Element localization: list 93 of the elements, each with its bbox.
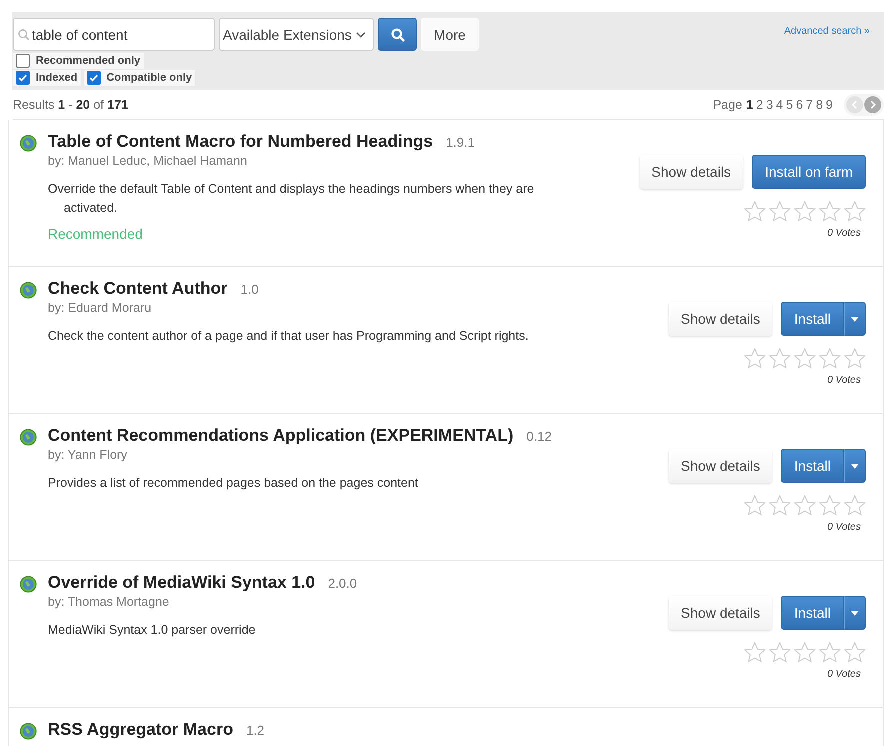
install-button[interactable]: Install — [781, 302, 844, 336]
extension-title[interactable]: Table of Content Macro for Numbered Headings — [48, 132, 434, 152]
more-button[interactable]: More — [421, 18, 479, 51]
version-label: 1.2 — [246, 722, 265, 738]
extension-title[interactable]: Check Content Author — [48, 279, 228, 299]
show-details-button[interactable]: Show details — [669, 596, 772, 630]
authors-text: by: Thomas Mortagne — [48, 595, 170, 609]
page-link[interactable]: 2 — [756, 98, 764, 112]
star-icon[interactable] — [769, 642, 791, 663]
search-icon — [390, 28, 404, 42]
page-label: Page — [713, 98, 742, 112]
search-field[interactable]: table of content — [32, 19, 214, 50]
star-icon[interactable] — [844, 348, 866, 369]
scope-dropdown[interactable]: Available Extensions — [219, 18, 374, 51]
star-icon[interactable] — [744, 348, 766, 369]
votes-count: 0 Votes — [827, 228, 861, 239]
install-options-button[interactable] — [844, 596, 866, 630]
star-icon[interactable] — [769, 495, 791, 516]
page-link[interactable]: 4 — [776, 98, 784, 112]
description-text: Check the content author of a page and if that user has Programming and Script rights. — [48, 328, 530, 345]
star-icon[interactable] — [819, 495, 841, 516]
filter-label: Compatible only — [106, 72, 192, 84]
description-text: Provides a list of recommended pages based on the pages content — [48, 475, 420, 492]
caret-icon — [851, 610, 859, 616]
install-options-button[interactable] — [844, 302, 866, 336]
star-rating[interactable] — [744, 642, 866, 663]
version-label: 1.9.1 — [446, 134, 475, 150]
star-icon[interactable] — [794, 348, 816, 369]
description-text: MediaWiki Syntax 1.0 parser override — [48, 622, 257, 639]
version-label: 0.12 — [526, 428, 552, 444]
show-details-button[interactable]: Show details — [669, 449, 772, 483]
checkbox[interactable] — [16, 71, 30, 85]
star-icon[interactable] — [794, 642, 816, 663]
search-button[interactable] — [378, 18, 417, 51]
star-icon[interactable] — [794, 201, 816, 222]
star-icon[interactable] — [744, 201, 766, 222]
page-link[interactable]: 1 — [746, 98, 754, 112]
page-link[interactable]: 3 — [766, 98, 774, 112]
page-link[interactable]: 8 — [816, 98, 824, 112]
search-icon — [18, 28, 30, 40]
install-options-button[interactable] — [844, 449, 866, 483]
star-rating[interactable] — [744, 201, 866, 222]
star-icon[interactable] — [819, 201, 841, 222]
authors-text: by: Eduard Moraru — [48, 301, 153, 315]
extension-title[interactable]: Override of MediaWiki Syntax 1.0 — [48, 573, 316, 593]
page-link[interactable]: 7 — [806, 98, 814, 112]
star-icon[interactable] — [844, 201, 866, 222]
globe-icon — [20, 429, 37, 446]
votes-count: 0 Votes — [827, 522, 861, 533]
globe-icon — [20, 282, 37, 299]
star-icon[interactable] — [844, 495, 866, 516]
page-link[interactable]: 9 — [826, 98, 833, 112]
star-rating[interactable] — [744, 348, 866, 369]
star-icon[interactable] — [769, 348, 791, 369]
search-box[interactable]: table of content — [13, 18, 215, 51]
filter-label: Indexed — [36, 72, 78, 84]
star-icon[interactable] — [769, 201, 791, 222]
authors-text: by: Manuel Leduc, Michael Hamann — [48, 154, 248, 168]
votes-count: 0 Votes — [827, 375, 861, 386]
recommended-label: Recommended — [48, 226, 144, 242]
advanced-search-link[interactable]: Advanced search » — [784, 26, 870, 37]
extension-title[interactable]: RSS Aggregator Macro — [48, 720, 234, 740]
install-button[interactable]: Install — [781, 596, 844, 630]
show-details-button[interactable]: Show details — [640, 155, 744, 189]
show-details-button[interactable]: Show details — [669, 302, 772, 336]
version-label: 2.0.0 — [328, 576, 358, 590]
star-icon[interactable] — [819, 642, 841, 663]
checkbox[interactable] — [86, 71, 101, 85]
checkbox[interactable] — [16, 54, 30, 68]
page-link[interactable]: 5 — [786, 98, 794, 112]
star-icon[interactable] — [794, 495, 816, 516]
caret-icon — [851, 316, 859, 322]
globe-icon — [20, 723, 37, 740]
globe-icon — [20, 135, 37, 152]
votes-count: 0 Votes — [827, 669, 861, 680]
install-button[interactable]: Install — [781, 449, 844, 483]
filter-label: Recommended only — [36, 55, 141, 67]
version-label: 1.0 — [240, 282, 259, 296]
star-icon[interactable] — [744, 642, 766, 663]
extension-title[interactable]: Content Recommendations Application (EXPERIMENTAL) — [48, 426, 514, 446]
chevron-down-icon — [356, 32, 366, 38]
globe-icon — [20, 576, 37, 593]
star-rating[interactable] — [744, 495, 866, 516]
caret-icon — [851, 464, 859, 468]
description-text: Override the default Table of Content and displays the headings numbers when they are activated. — [48, 181, 536, 217]
next-page-icon[interactable] — [864, 96, 882, 114]
star-icon[interactable] — [744, 495, 766, 516]
page-link[interactable]: 6 — [796, 98, 804, 112]
star-icon[interactable] — [844, 642, 866, 663]
install-button[interactable]: Install on farm — [752, 155, 866, 189]
results-count: Results 1 - 20 of 171 — [13, 98, 128, 112]
authors-text: by: Yann Flory — [48, 448, 128, 462]
star-icon[interactable] — [819, 348, 841, 369]
